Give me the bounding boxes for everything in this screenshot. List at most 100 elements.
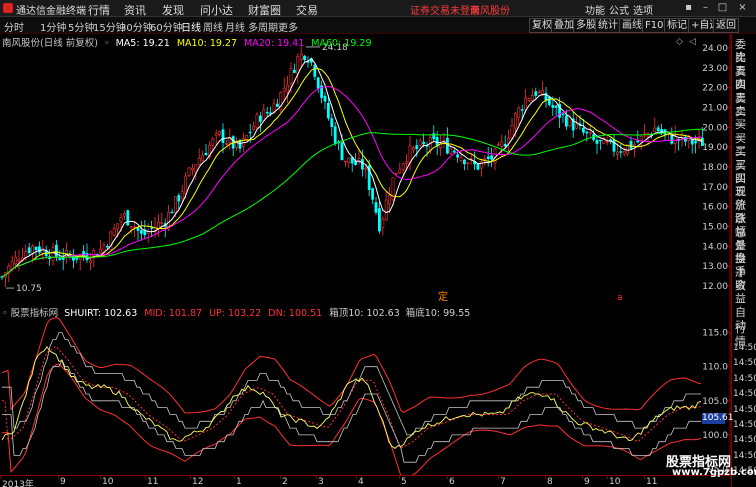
menu-wenxiaoda[interactable]: 问小达: [200, 2, 233, 18]
time-axis-tick: [58, 476, 59, 479]
candle-body: [218, 131, 222, 135]
side-panel-item[interactable]: 14:50: [733, 373, 756, 386]
tab-weekly[interactable]: 周线: [203, 19, 223, 34]
candle-body: [160, 222, 164, 224]
price-tick-label: 18.00: [702, 163, 728, 173]
menu-formula[interactable]: 公式: [609, 2, 629, 17]
menu-function[interactable]: 功能: [585, 2, 605, 17]
menu-quotes[interactable]: 行情: [88, 2, 110, 18]
candle-body: [612, 139, 616, 152]
maximize-icon[interactable]: □: [717, 2, 728, 13]
back-button[interactable]: 返回: [713, 18, 739, 33]
indicator-mid: MID: 101.87: [144, 308, 203, 319]
candle-body: [656, 127, 660, 131]
candle-body: [595, 140, 599, 144]
side-panel-item[interactable]: 14:50: [733, 450, 756, 463]
time-axis-label: 5: [401, 477, 407, 487]
candle-body: [537, 91, 541, 94]
time-axis-tick: [582, 476, 583, 479]
mark-button[interactable]: 标记: [664, 18, 690, 33]
collapse-icon[interactable]: ◦: [104, 38, 110, 49]
close-icon[interactable]: ×: [737, 2, 748, 13]
price-tick-label: 24.00: [702, 44, 728, 54]
title-stock-name: 南风股份: [470, 6, 510, 17]
candle-body: [598, 139, 602, 142]
tab-1min[interactable]: 1分钟: [40, 19, 66, 34]
time-axis-tick: [0, 476, 1, 479]
candle-body: [211, 138, 215, 146]
indicator-tick-label: 115.0: [702, 329, 728, 339]
candle-body: [398, 168, 402, 174]
candle-body: [34, 246, 38, 250]
app-name: 通达信金融终端: [16, 6, 86, 17]
side-panel-item[interactable]: 14:50: [733, 434, 756, 447]
candle-body: [615, 151, 619, 156]
menu-options[interactable]: 选项: [633, 2, 653, 17]
period-toolbar: 分时 1分钟 5分钟 15分钟 30分钟 60分钟 日线 周线 月线 多周期 更…: [0, 17, 756, 34]
candle-body: [360, 159, 364, 170]
price-tick-label: 15.00: [702, 223, 728, 233]
quote-side-panel: 委比 卖五 卖四 卖三 卖二 卖一 买一 买二 买三 买四 买五 现价 涨跌 涨幅 总量 外盘 换手 净资 收益 自动…: [731, 34, 756, 487]
tab-minute[interactable]: 分时: [4, 19, 24, 34]
candle-body: [282, 87, 286, 92]
candle-body: [27, 247, 31, 254]
price-tick-label: 19.00: [702, 143, 728, 153]
candle-body: [394, 172, 398, 175]
tab-daily[interactable]: 日线: [181, 19, 201, 34]
candlestick-chart[interactable]: 24.00 23.00 22.00 21.00 20.00 19.00 18.00 17.00…: [0, 34, 731, 303]
candle-body: [299, 53, 303, 60]
candle-body: [99, 248, 103, 254]
side-panel-item[interactable]: 14:50: [733, 357, 756, 370]
candle-body: [452, 150, 456, 153]
menu-discover[interactable]: 发现: [162, 2, 184, 18]
menu-trade[interactable]: 交易: [296, 2, 318, 18]
side-panel-item[interactable]: 14:50: [733, 342, 756, 355]
tab-more[interactable]: 更多: [278, 19, 298, 34]
menu-news[interactable]: 资讯: [124, 2, 146, 18]
indicator-chart[interactable]: 115.0110.0105.0100.095.0: [0, 303, 731, 475]
f10-button[interactable]: F10: [642, 18, 667, 33]
side-panel-item[interactable]: 收益: [735, 279, 756, 305]
candle-body: [694, 141, 698, 144]
candle-body: [459, 157, 463, 161]
ma60-label: MA60: 19.29: [311, 38, 372, 49]
time-axis-label: 10: [102, 477, 114, 487]
candle-body: [112, 228, 116, 236]
candle-body: [187, 167, 191, 176]
tab-60min[interactable]: 60分钟: [150, 19, 183, 34]
low-annotation: 10.75: [16, 284, 42, 294]
side-panel-item[interactable]: 14:50: [733, 388, 756, 401]
candle-body: [466, 162, 470, 164]
side-panel-item[interactable]: 14:50: [733, 419, 756, 432]
candle-body: [700, 137, 704, 146]
candle-body: [180, 191, 184, 199]
time-axis-label: 1: [236, 477, 242, 487]
candle-body: [588, 132, 592, 135]
price-tick-label: 21.00: [702, 103, 728, 113]
indicator-box-top: 箱顶10: 102.63: [329, 308, 400, 319]
candle-body: [245, 135, 249, 140]
candle-body: [292, 69, 296, 73]
pin-icon[interactable]: ▪: [683, 2, 694, 13]
tab-monthly[interactable]: 月线: [225, 19, 245, 34]
time-axis-label: 7: [500, 477, 506, 487]
candle-body: [136, 227, 140, 231]
chart-option-icon: ◇: [676, 37, 683, 47]
menu-caifuquan[interactable]: 财富圈: [248, 2, 281, 18]
tab-multi-period[interactable]: 多周期: [248, 19, 278, 34]
candle-body: [340, 142, 344, 161]
statistics-button[interactable]: 统计: [595, 18, 621, 33]
candle-body: [513, 113, 517, 129]
indicator-up: UP: 103.22: [209, 308, 262, 319]
candle-body: [422, 141, 426, 144]
tab-30min[interactable]: 30分钟: [120, 19, 153, 34]
minimize-icon[interactable]: –: [700, 2, 711, 13]
tab-5min[interactable]: 5分钟: [68, 19, 94, 34]
candle-body: [568, 117, 572, 127]
price-tick-label: 17.00: [702, 183, 728, 193]
candle-body: [197, 157, 201, 165]
candle-body: [524, 97, 528, 110]
indicator-settings-icon[interactable]: ◦: [2, 308, 8, 319]
candle-body: [520, 109, 524, 111]
side-panel-item[interactable]: 14:50: [733, 404, 756, 417]
